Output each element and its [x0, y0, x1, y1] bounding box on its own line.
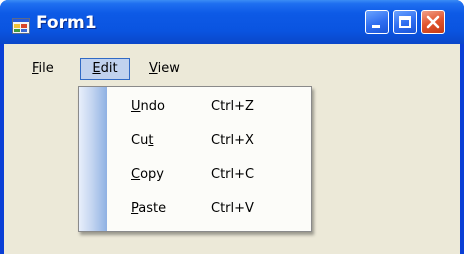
close-icon	[426, 15, 440, 29]
menu-view[interactable]: View	[149, 58, 180, 80]
menu-bar: File Edit View	[4, 58, 460, 80]
shortcut-label: Ctrl+V	[211, 201, 254, 216]
minimize-button[interactable]	[365, 10, 389, 34]
window-title: Form1	[36, 13, 97, 33]
menu-item-copy[interactable]: Copy Ctrl+C	[107, 160, 311, 190]
form-app-icon[interactable]	[12, 18, 30, 34]
menu-item-undo[interactable]: Undo Ctrl+Z	[107, 92, 311, 122]
close-button[interactable]	[421, 10, 445, 34]
menu-icon-strip	[79, 87, 107, 231]
menu-edit[interactable]: Edit	[80, 58, 130, 80]
menu-item-paste[interactable]: Paste Ctrl+V	[107, 194, 311, 224]
maximize-button[interactable]	[393, 10, 417, 34]
title-bar[interactable]: Form1	[0, 0, 464, 44]
menu-item-cut[interactable]: Cut Ctrl+X	[107, 126, 311, 156]
minimize-icon	[372, 25, 380, 28]
shortcut-label: Ctrl+X	[211, 133, 254, 148]
edit-dropdown-menu: Undo Ctrl+Z Cut Ctrl+X Copy Ctrl+C Paste…	[78, 86, 312, 232]
menu-file[interactable]: File	[32, 58, 54, 80]
shortcut-label: Ctrl+Z	[211, 99, 254, 114]
shortcut-label: Ctrl+C	[211, 167, 255, 182]
maximize-icon	[399, 16, 411, 28]
